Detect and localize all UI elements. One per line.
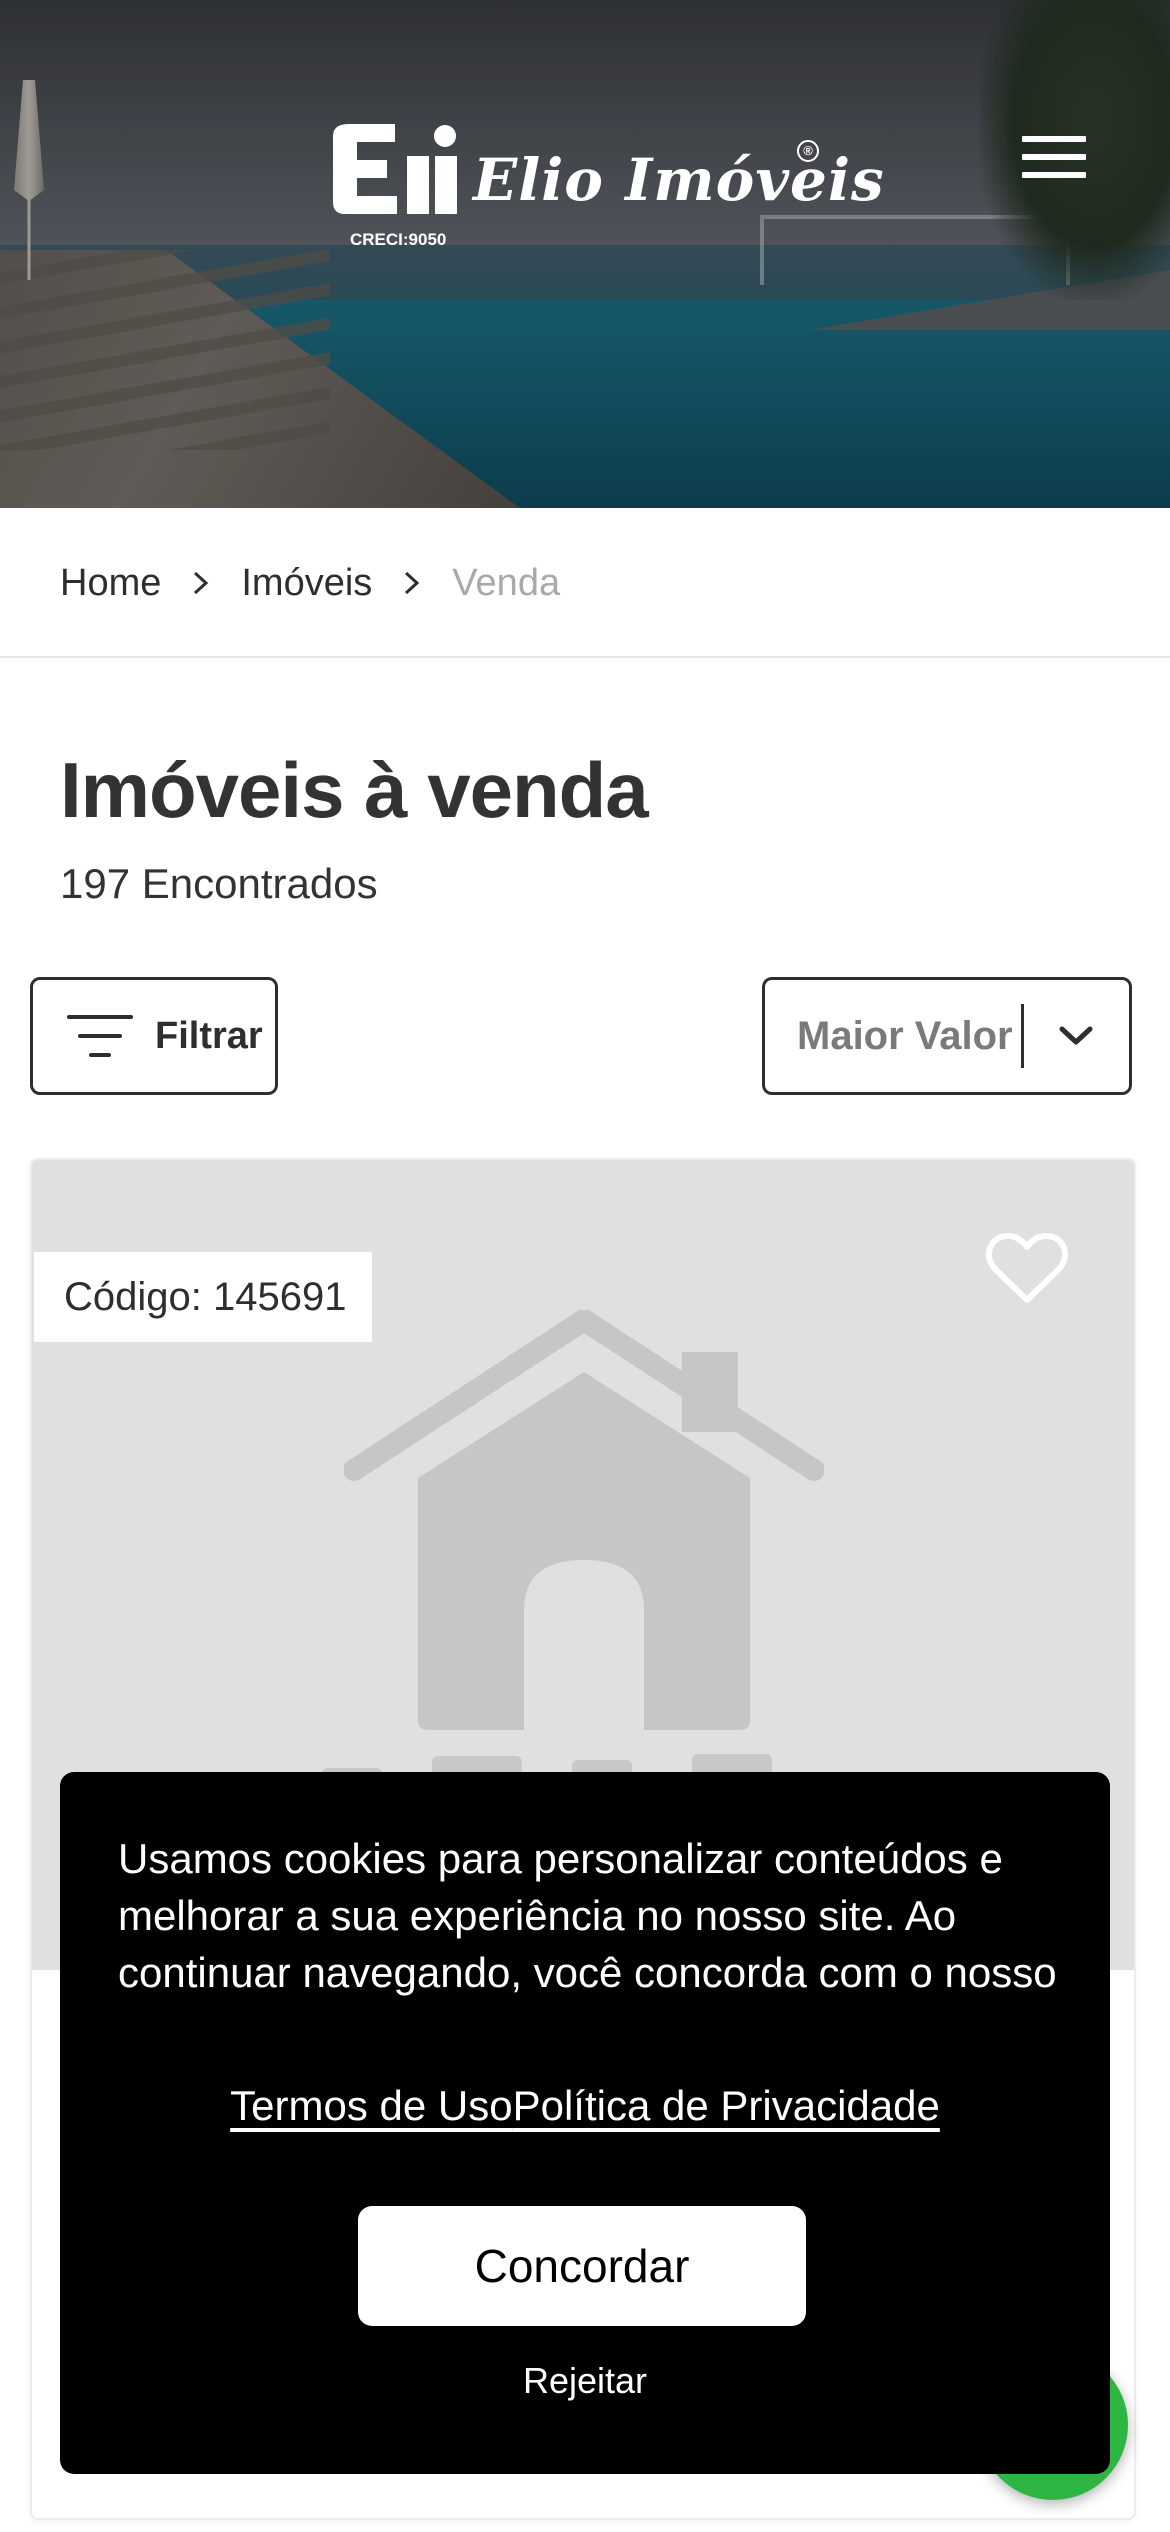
result-count: 197 Encontrados: [60, 860, 378, 907]
page-title: Imóveis à venda: [60, 746, 649, 834]
cookie-message: Usamos cookies para personalizar conteúd…: [118, 1835, 1057, 1996]
logo-creci: CRECI:9050: [350, 230, 447, 249]
logo-mark-icon: [333, 124, 457, 214]
house-placeholder-icon: [344, 1310, 824, 1730]
terms-link[interactable]: Termos de Uso: [230, 2082, 512, 2129]
breadcrumb-home[interactable]: Home: [60, 562, 161, 605]
menu-bar: [1022, 136, 1086, 142]
filter-lines-icon: [67, 1013, 133, 1059]
site-logo[interactable]: Elio Imóveis ® CRECI:9050: [325, 118, 884, 258]
breadcrumb-imoveis[interactable]: Imóveis: [241, 562, 372, 605]
chevron-down-icon: [1024, 980, 1129, 1092]
cookie-policy-links: Termos de UsoPolítica de Privacidade: [60, 2082, 1110, 2130]
chevron-right-icon: [181, 563, 221, 603]
property-code-badge: Código: 145691: [34, 1252, 372, 1342]
heart-outline-icon[interactable]: [985, 1232, 1069, 1306]
filter-button[interactable]: Filtrar: [30, 977, 278, 1095]
filter-label: Filtrar: [155, 1014, 263, 1057]
hero-header: Elio Imóveis ® CRECI:9050: [0, 0, 1170, 508]
chevron-right-icon: [392, 563, 432, 603]
sort-select[interactable]: Maior Valor: [762, 977, 1132, 1095]
agree-button[interactable]: Concordar: [358, 2206, 806, 2326]
hamburger-menu-icon[interactable]: [1022, 136, 1086, 182]
logo-wordmark: Elio Imóveis: [473, 146, 885, 214]
reject-button[interactable]: Rejeitar: [60, 2360, 1110, 2402]
breadcrumb: Home Imóveis Venda: [60, 555, 560, 611]
menu-bar: [1022, 154, 1086, 160]
sort-selected-value: Maior Valor: [797, 1013, 1013, 1058]
privacy-link[interactable]: Política de Privacidade: [513, 2082, 940, 2129]
cookie-banner: Usamos cookies para personalizar conteúd…: [60, 1772, 1110, 2474]
breadcrumb-current: Venda: [452, 561, 561, 604]
menu-bar: [1022, 172, 1086, 178]
breadcrumb-divider: [0, 656, 1170, 658]
registered-mark: ®: [797, 140, 819, 162]
